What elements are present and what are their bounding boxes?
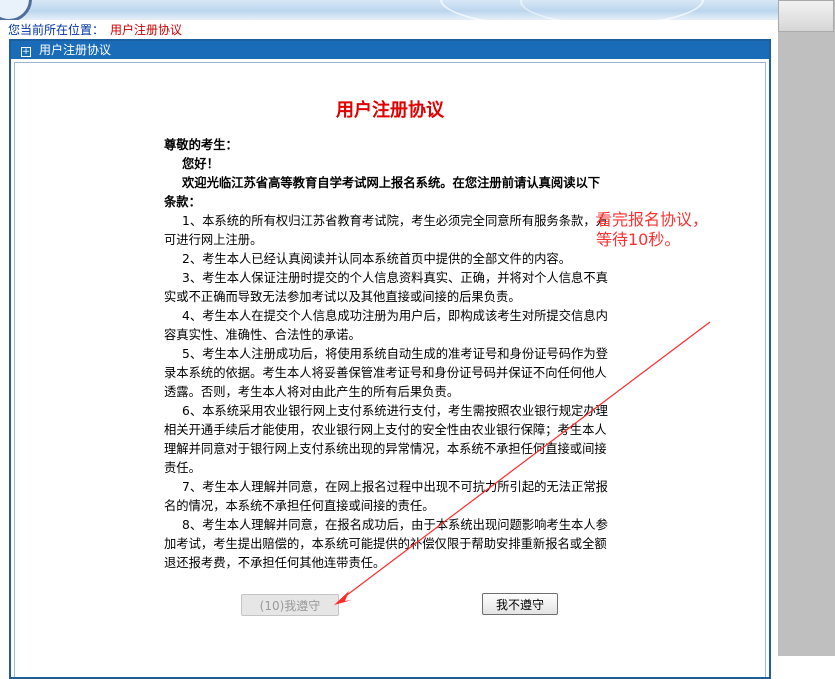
agreement-text: 尊敬的考生： 您好！ 欢迎光临江苏省高等教育自学考试网上报名系统。在您注册前请认… [164,136,610,573]
salutation: 尊敬的考生： [164,138,238,152]
clause-7: 7、考生本人理解并同意，在网上报名过程中出现不可抗力所引起的无法正常报名的情况，… [164,480,608,513]
breadcrumb-prefix: 您当前所在位置： [8,23,105,37]
page-title: 用户注册协议 [336,100,444,121]
panel-header[interactable]: + 用户注册协议 [11,41,769,59]
intro: 欢迎光临江苏省高等教育自学考试网上报名系统。在您注册前请认真阅读以下条款： [164,176,601,209]
agree-button[interactable]: (10)我遵守 [241,594,339,616]
clause-4: 4、考生本人在提交个人信息成功注册为用户后，即构成该考生对所提交信息内容真实性、… [164,309,608,342]
logo [0,0,32,20]
annotation-line-2: 等待10秒。 [596,230,681,249]
breadcrumb: 您当前所在位置： 用户注册协议 [8,22,182,38]
clause-3: 3、考生本人保证注册时提交的个人信息资料真实、正确，并将对个人信息不真实或不正确… [164,271,608,304]
greeting: 您好！ [182,157,219,171]
disagree-button[interactable]: 我不遵守 [482,593,558,615]
panel-header-title: 用户注册协议 [39,43,112,57]
breadcrumb-current: 用户注册协议 [110,23,183,37]
clause-1: 1、本系统的所有权归江苏省教育考试院，考生必须完全同意所有服务条款，方可进行网上… [164,214,608,247]
clause-6: 6、本系统采用农业银行网上支付系统进行支付，考生需按照农业银行规定办理相关开通手… [164,404,608,475]
annotation-line-1: 看完报名协议， [596,210,709,229]
expand-icon[interactable]: + [21,47,31,57]
clause-5: 5、考生本人注册成功后，将使用系统自动生成的准考证号和身份证号码作为登录本系统的… [164,347,608,399]
banner-decoration [520,0,778,20]
clause-2: 2、考生本人已经认真阅读并认同本系统首页中提供的全部文件的内容。 [182,252,572,266]
window-background [778,0,835,656]
top-banner [0,0,778,20]
clause-8: 8、考生本人理解并同意，在报名成功后，由于本系统出现问题影响考生本人参加考试，考… [164,518,608,570]
scrollbar-button[interactable] [778,0,834,32]
annotation-note: 看完报名协议， 等待10秒。 [596,210,746,250]
